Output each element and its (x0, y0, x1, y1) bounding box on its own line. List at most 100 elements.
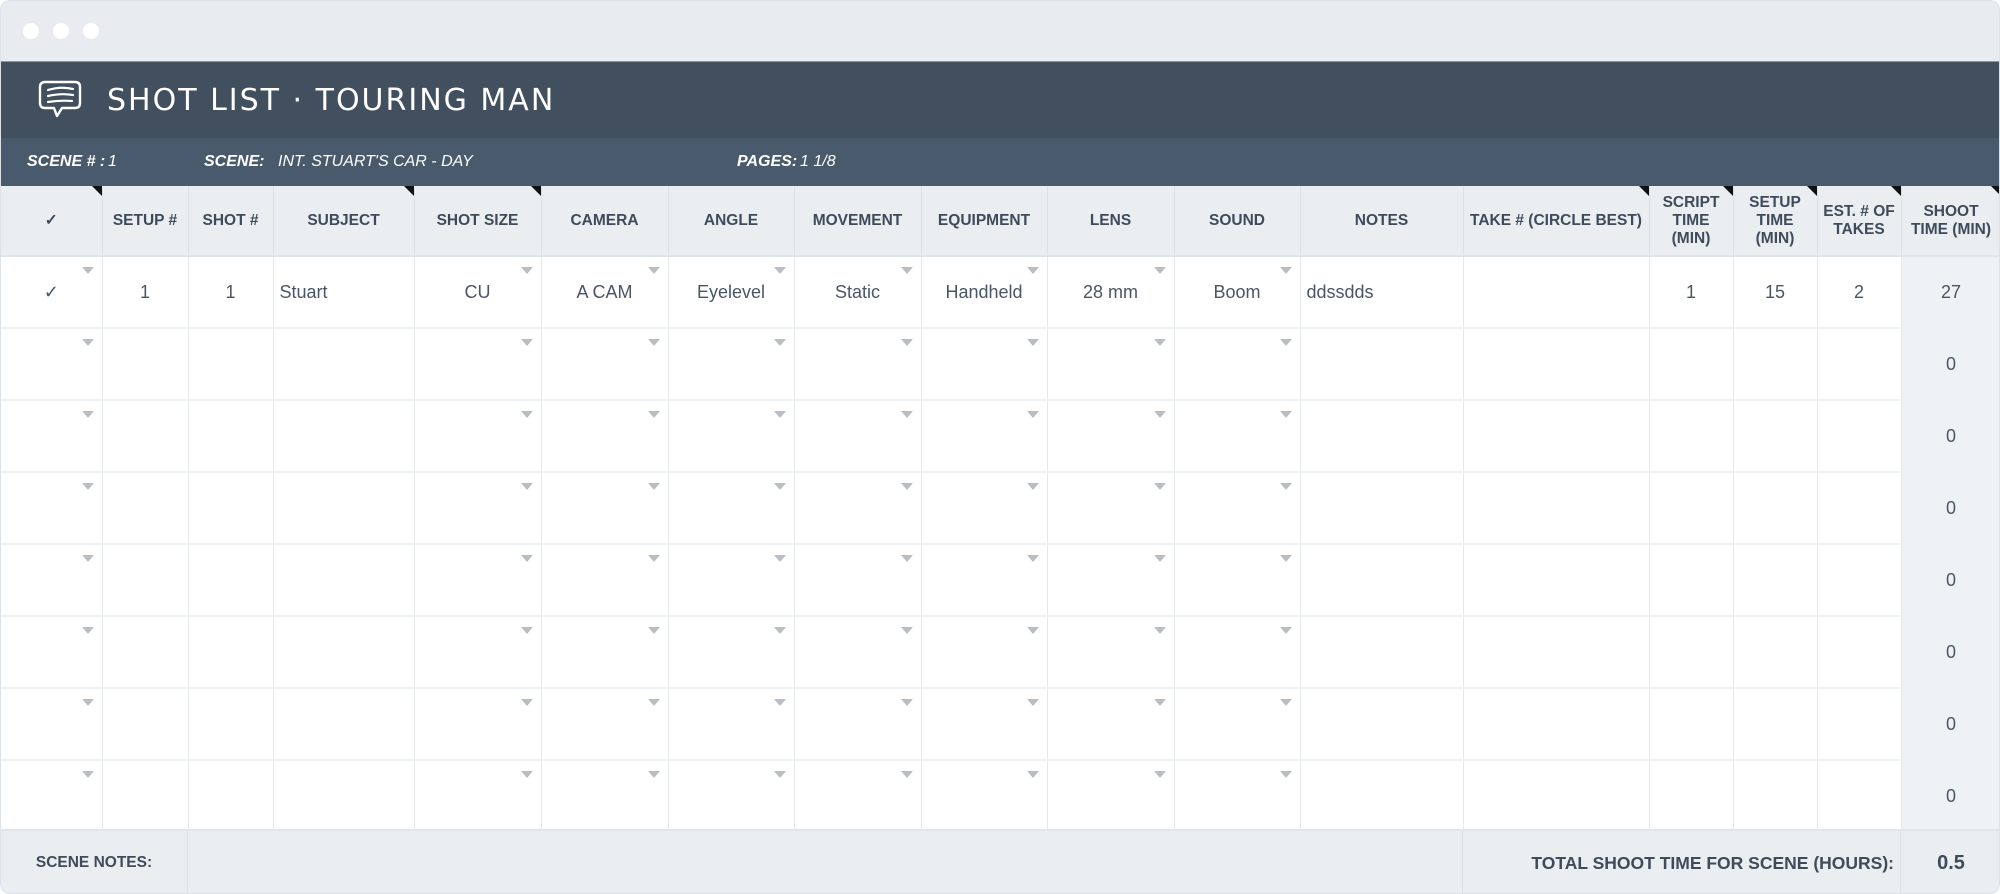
column-header-shoot-time[interactable]: SHOOT TIME (MIN) (1901, 186, 1999, 257)
cell-movement[interactable] (794, 760, 922, 833)
cell-takes[interactable] (1817, 688, 1902, 761)
dropdown-arrow-icon[interactable] (1153, 267, 1166, 274)
dropdown-arrow-icon[interactable] (1279, 267, 1292, 274)
cell-angle[interactable] (668, 400, 795, 473)
cell-done[interactable] (1, 760, 103, 833)
cell-equipment[interactable] (921, 616, 1048, 689)
cell-camera[interactable] (541, 328, 669, 401)
comment-indicator-icon[interactable] (403, 186, 414, 196)
cell-subject[interactable]: Stuart (273, 256, 415, 329)
cell-setup[interactable] (102, 328, 189, 401)
dropdown-arrow-icon[interactable] (520, 627, 533, 634)
cell-camera[interactable] (541, 688, 669, 761)
dropdown-arrow-icon[interactable] (900, 267, 913, 274)
cell-shot[interactable] (188, 760, 274, 833)
dropdown-arrow-icon[interactable] (773, 699, 786, 706)
scene-number-value[interactable]: 1 (108, 153, 117, 171)
column-header-movement[interactable]: MOVEMENT (794, 186, 922, 257)
cell-notes[interactable] (1300, 328, 1464, 401)
cell-angle[interactable] (668, 544, 795, 617)
cell-shot[interactable] (188, 544, 274, 617)
dropdown-arrow-icon[interactable] (773, 339, 786, 346)
cell-takes[interactable] (1817, 616, 1902, 689)
cell-script-time[interactable] (1649, 400, 1734, 473)
column-header-subject[interactable]: SUBJECT (273, 186, 415, 257)
cell-shot-size[interactable] (414, 760, 542, 833)
cell-notes[interactable] (1300, 760, 1464, 833)
dropdown-arrow-icon[interactable] (1279, 627, 1292, 634)
cell-shot-size[interactable] (414, 400, 542, 473)
cell-subject[interactable] (273, 616, 415, 689)
cell-camera[interactable] (541, 616, 669, 689)
cell-camera[interactable] (541, 544, 669, 617)
cell-setup-time[interactable] (1733, 616, 1818, 689)
cell-lens[interactable]: 28 mm (1047, 256, 1175, 329)
cell-setup[interactable] (102, 544, 189, 617)
cell-done[interactable] (1, 400, 103, 473)
cell-script-time[interactable] (1649, 616, 1734, 689)
cell-notes[interactable] (1300, 616, 1464, 689)
cell-done[interactable] (1, 472, 103, 545)
cell-sound[interactable]: Boom (1174, 256, 1301, 329)
cell-subject[interactable] (273, 400, 415, 473)
cell-movement[interactable] (794, 688, 922, 761)
cell-setup[interactable] (102, 688, 189, 761)
dropdown-arrow-icon[interactable] (647, 627, 660, 634)
cell-shot-size[interactable] (414, 472, 542, 545)
dropdown-arrow-icon[interactable] (81, 627, 94, 634)
dropdown-arrow-icon[interactable] (647, 267, 660, 274)
cell-subject[interactable] (273, 328, 415, 401)
dropdown-arrow-icon[interactable] (1153, 699, 1166, 706)
dropdown-arrow-icon[interactable] (647, 483, 660, 490)
cell-script-time[interactable] (1649, 688, 1734, 761)
cell-shot-size[interactable] (414, 688, 542, 761)
cell-notes[interactable] (1300, 472, 1464, 545)
cell-shot-size[interactable] (414, 616, 542, 689)
column-header-takes[interactable]: EST. # OF TAKES (1817, 186, 1902, 257)
cell-take[interactable] (1463, 616, 1650, 689)
dropdown-arrow-icon[interactable] (1279, 771, 1292, 778)
comment-indicator-icon[interactable] (1990, 186, 1999, 196)
cell-equipment[interactable] (921, 328, 1048, 401)
cell-shot[interactable] (188, 616, 274, 689)
dropdown-arrow-icon[interactable] (1153, 411, 1166, 418)
cell-setup-time[interactable] (1733, 400, 1818, 473)
dropdown-arrow-icon[interactable] (900, 339, 913, 346)
cell-camera[interactable]: A CAM (541, 256, 669, 329)
dropdown-arrow-icon[interactable] (1153, 555, 1166, 562)
dropdown-arrow-icon[interactable] (520, 411, 533, 418)
cell-subject[interactable] (273, 472, 415, 545)
scene-notes-field[interactable] (188, 831, 1463, 893)
dropdown-arrow-icon[interactable] (520, 339, 533, 346)
cell-setup-time[interactable] (1733, 544, 1818, 617)
dropdown-arrow-icon[interactable] (1026, 627, 1039, 634)
column-header-angle[interactable]: ANGLE (668, 186, 795, 257)
cell-sound[interactable] (1174, 328, 1301, 401)
dropdown-arrow-icon[interactable] (81, 555, 94, 562)
cell-movement[interactable] (794, 328, 922, 401)
cell-take[interactable] (1463, 256, 1650, 329)
window-minimize-button[interactable] (53, 23, 69, 39)
dropdown-arrow-icon[interactable] (900, 411, 913, 418)
comment-indicator-icon[interactable] (1722, 186, 1733, 196)
dropdown-arrow-icon[interactable] (647, 771, 660, 778)
cell-angle[interactable] (668, 688, 795, 761)
cell-angle[interactable] (668, 760, 795, 833)
cell-equipment[interactable] (921, 472, 1048, 545)
dropdown-arrow-icon[interactable] (1026, 267, 1039, 274)
dropdown-arrow-icon[interactable] (647, 699, 660, 706)
cell-takes[interactable] (1817, 400, 1902, 473)
column-header-setup[interactable]: SETUP # (102, 186, 189, 257)
dropdown-arrow-icon[interactable] (773, 267, 786, 274)
scene-value[interactable]: INT. STUART'S CAR - DAY (278, 153, 473, 171)
cell-take[interactable] (1463, 472, 1650, 545)
cell-camera[interactable] (541, 400, 669, 473)
cell-take[interactable] (1463, 544, 1650, 617)
cell-setup[interactable] (102, 616, 189, 689)
cell-equipment[interactable] (921, 688, 1048, 761)
cell-equipment[interactable]: Handheld (921, 256, 1048, 329)
dropdown-arrow-icon[interactable] (773, 555, 786, 562)
cell-subject[interactable] (273, 544, 415, 617)
cell-lens[interactable] (1047, 760, 1175, 833)
dropdown-arrow-icon[interactable] (900, 771, 913, 778)
